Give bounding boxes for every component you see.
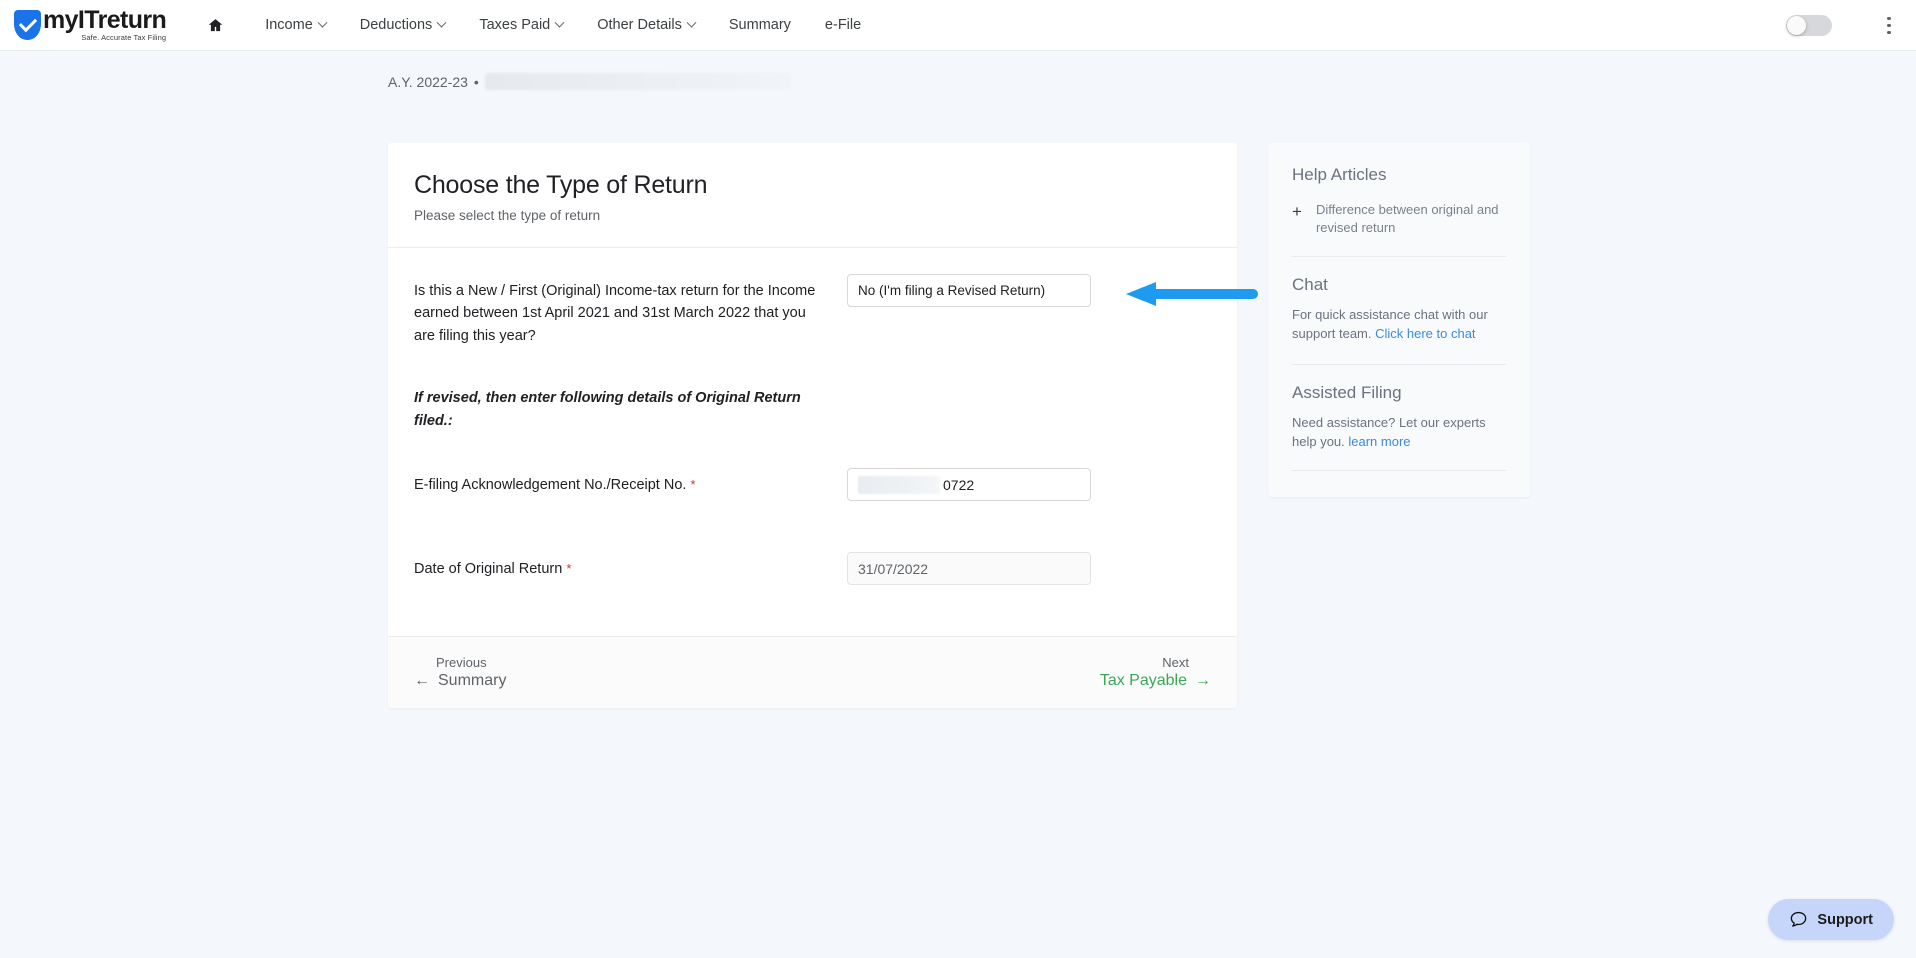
nav-item-label: Summary [728,17,791,33]
nav-item-deductions[interactable]: Deductions [343,11,463,39]
required-asterisk: * [690,477,696,493]
ack-number-visible-value: 0722 [943,476,975,493]
support-label: Support [1817,911,1873,928]
annotation-arrow-left-icon [1126,281,1261,307]
revised-note-row: If revised, then enter following details… [414,381,1211,432]
kebab-menu-icon[interactable] [1878,13,1900,39]
chevron-down-icon [317,17,328,28]
page-title: Choose the Type of Return [414,171,708,199]
return-type-question-label: Is this a New / First (Original) Income-… [414,283,816,344]
kebab-dot [1887,30,1891,35]
return-type-field-col: No (I'm filing a Revised Return) [847,274,1091,307]
revised-note-label: If revised, then enter following details… [414,390,801,429]
arrow-right-icon: → [1195,672,1211,690]
breadcrumb-separator: • [473,73,479,90]
chat-link[interactable]: Click here to chat [1375,326,1475,341]
nav-item-label: e-File [824,17,862,33]
theme-toggle-switch[interactable] [1786,15,1832,36]
card-header: Choose the Type of Return Please select … [388,143,1237,247]
return-type-selected-value: No (I'm filing a Revised Return) [858,283,1046,298]
nav-item-e-file[interactable]: e-File [808,11,878,39]
brand-tagline: Safe. Accurate Tax Filing [81,33,167,43]
redacted-user-name [484,73,790,90]
help-articles-heading: Help Articles [1292,165,1387,184]
next-nav-block[interactable]: Next Tax Payable → [1100,655,1211,690]
chat-heading: Chat [1292,274,1328,294]
original-return-date-row: Date of Original Return * 31/07/2022 [414,552,1211,592]
return-type-select[interactable]: No (I'm filing a Revised Return) [847,274,1091,307]
assisted-filing-heading: Assisted Filing [1292,382,1402,402]
kebab-dot [1887,23,1891,28]
previous-kicker: Previous [436,655,487,671]
page-content: A.Y. 2022-23 • Choose the Type of Return… [0,51,1916,958]
chevron-down-icon [686,17,697,28]
topbar-right-controls [1786,0,1900,51]
previous-label: Summary [438,672,507,690]
original-return-date-label: Date of Original Return * [414,552,829,580]
nav-item-income[interactable]: Income [248,11,343,39]
nav-item-taxes-paid[interactable]: Taxes Paid [462,11,580,39]
nav-item-label: Taxes Paid [479,17,551,33]
original-return-date-input[interactable]: 31/07/2022 [847,552,1091,586]
main-nav-links: Income Deductions Taxes Paid Other Detai… [248,11,878,39]
next-kicker: Next [1162,655,1189,671]
ack-number-row: E-filing Acknowledgement No./Receipt No.… [414,468,1211,508]
ack-number-label: E-filing Acknowledgement No./Receipt No.… [414,468,829,496]
brand-name: myITreturn [43,6,167,35]
nav-item-summary[interactable]: Summary [712,11,808,39]
chat-bubble-icon [1791,911,1807,927]
support-button[interactable]: Support [1768,899,1894,940]
original-return-date-label-text: Date of Original Return [414,561,563,578]
assisted-filing-description: Need assistance? Let our experts help yo… [1292,413,1506,452]
assessment-year-label: A.Y. 2022-23 [388,73,468,90]
chevron-down-icon [436,17,447,28]
help-divider [1292,255,1506,257]
card-footer-navigation: Previous ← Summary Next Tax Payable → [388,636,1237,709]
masked-value [858,475,940,494]
help-article-item[interactable]: + Difference between original and revise… [1292,201,1506,238]
arrow-left-icon: ← [414,672,430,690]
help-divider [1292,363,1506,365]
nav-item-other-details[interactable]: Other Details [580,11,712,39]
required-asterisk: * [566,561,572,577]
nav-item-label: Other Details [597,17,682,33]
shield-check-icon [14,10,41,40]
page-subtitle: Please select the type of return [414,208,601,223]
ack-number-input[interactable]: 0722 [847,468,1091,502]
next-link[interactable]: Tax Payable → [1100,672,1211,690]
top-navigation-bar: myITreturn Safe. Accurate Tax Filing Inc… [0,0,1916,51]
previous-link[interactable]: ← Summary [414,672,506,690]
ack-number-label-text: E-filing Acknowledgement No./Receipt No. [414,477,687,494]
help-divider [1292,469,1506,471]
plus-icon: + [1292,202,1302,221]
learn-more-link[interactable]: learn more [1348,434,1410,449]
next-label: Tax Payable [1099,672,1187,690]
card-body: Is this a New / First (Original) Income-… [388,248,1258,636]
chevron-down-icon [554,17,565,28]
return-type-card: Choose the Type of Return Please select … [388,143,1258,709]
chat-description: For quick assistance chat with our suppo… [1292,305,1506,344]
help-article-label: Difference between original and revised … [1315,202,1499,236]
original-return-date-field-col: 31/07/2022 [847,552,1091,586]
ack-number-field-col: 0722 [847,468,1091,502]
return-type-question-row: Is this a New / First (Original) Income-… [414,274,1258,347]
nav-item-label: Deductions [359,17,433,33]
nav-item-label: Income [265,17,313,33]
breadcrumb: A.Y. 2022-23 • [388,73,790,90]
original-return-date-value: 31/07/2022 [858,560,929,577]
previous-nav-block[interactable]: Previous ← Summary [414,655,506,690]
home-icon[interactable] [204,14,226,36]
kebab-dot [1887,16,1891,21]
brand-logo[interactable]: myITreturn Safe. Accurate Tax Filing [14,6,167,43]
help-panel: Help Articles + Difference between origi… [1268,143,1530,497]
